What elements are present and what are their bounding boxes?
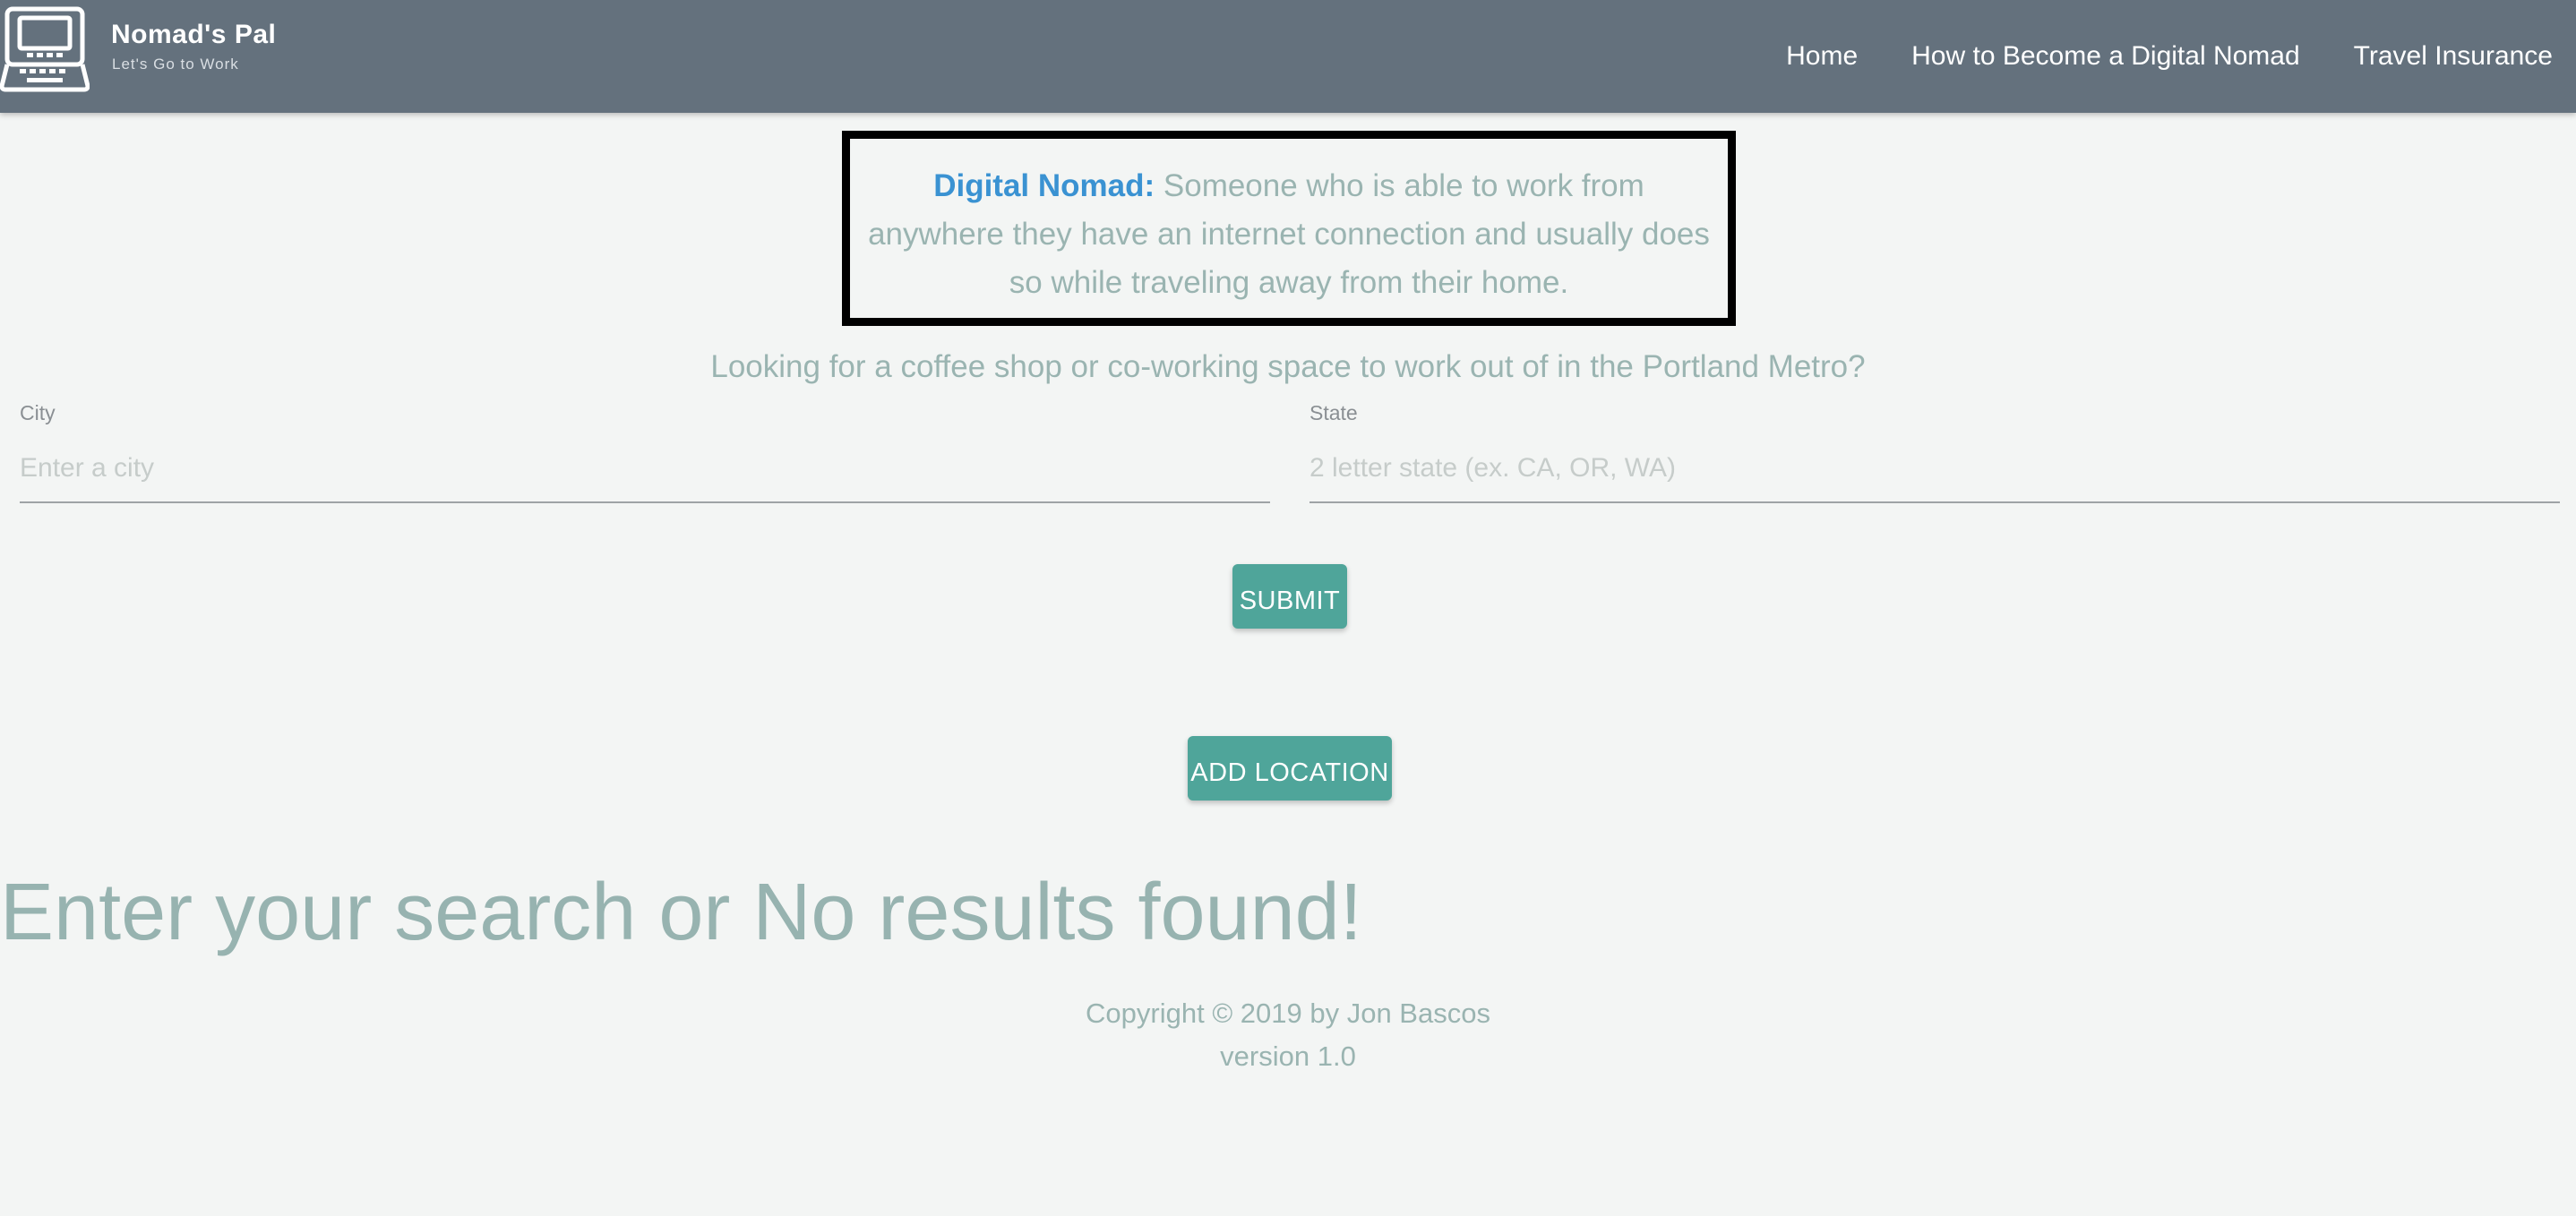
definition-term: Digital Nomad: — [933, 168, 1155, 203]
add-location-button[interactable]: ADD LOCATION — [1188, 736, 1392, 801]
nav-link-become-digital-nomad[interactable]: How to Become a Digital Nomad — [1911, 41, 2300, 72]
brand-tagline: Let's Go to Work — [112, 56, 239, 73]
state-input[interactable] — [1309, 435, 2560, 503]
nav-links: Home How to Become a Digital Nomad Trave… — [1786, 41, 2553, 72]
submit-button[interactable]: SUBMIT — [1232, 564, 1347, 629]
navbar: Nomad's Pal Let's Go to Work Home How to… — [0, 0, 2576, 113]
definition-box: Digital Nomad: Someone who is able to wo… — [842, 131, 1736, 326]
nav-link-travel-insurance[interactable]: Travel Insurance — [2354, 41, 2553, 72]
footer: Copyright © 2019 by Jon Bascos version 1… — [0, 992, 2576, 1078]
laptop-icon[interactable] — [0, 4, 90, 93]
results-message: Enter your search or No results found! — [0, 868, 1362, 957]
search-intro: Looking for a coffee shop or co-working … — [710, 349, 1866, 384]
state-label: State — [1309, 401, 1358, 424]
city-label: City — [20, 401, 56, 424]
city-input[interactable] — [20, 435, 1270, 503]
city-field: City — [20, 399, 1270, 503]
footer-version: version 1.0 — [1220, 1040, 1356, 1072]
nav-link-home[interactable]: Home — [1786, 41, 1858, 72]
brand-name[interactable]: Nomad's Pal — [111, 20, 276, 50]
footer-copyright: Copyright © 2019 by Jon Bascos — [1086, 998, 1490, 1029]
state-field: State — [1309, 399, 2560, 503]
